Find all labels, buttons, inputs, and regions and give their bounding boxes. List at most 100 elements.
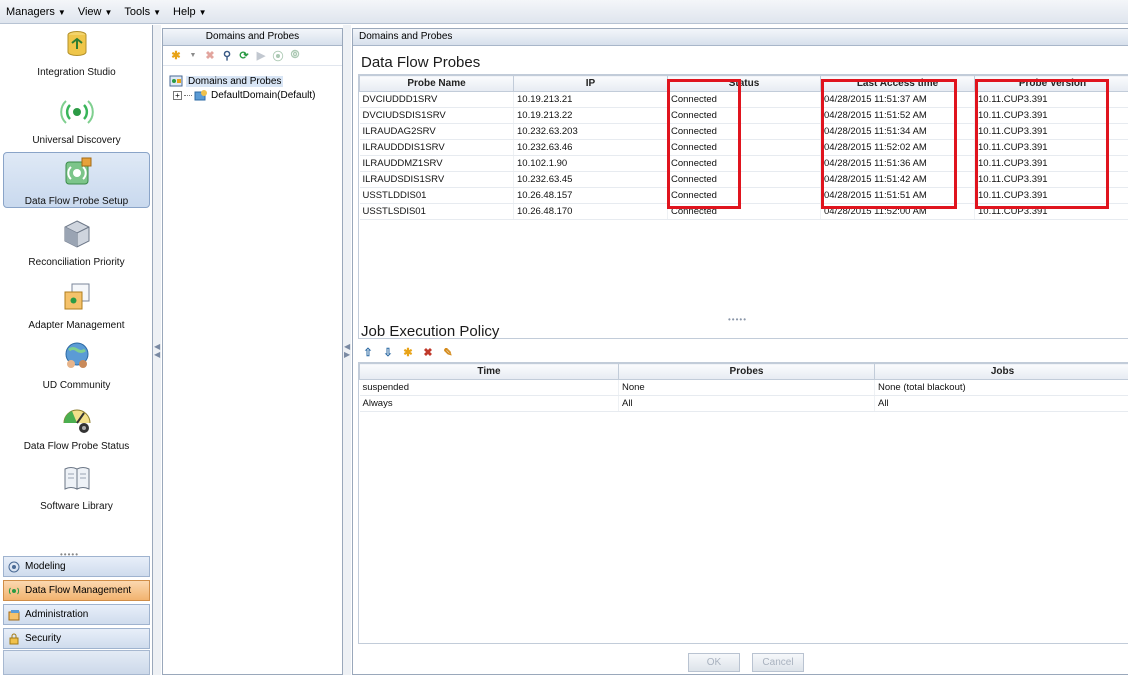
left-splitter[interactable]: ◀ ◀ bbox=[153, 25, 161, 675]
menu-tools[interactable]: Tools ▼ bbox=[124, 6, 161, 18]
column-header[interactable]: Jobs bbox=[874, 363, 1128, 380]
table-cell: 04/28/2015 11:52:02 AM bbox=[820, 139, 975, 156]
menu-help-label: Help bbox=[173, 5, 196, 18]
menu-managers[interactable]: Managers ▼ bbox=[6, 6, 66, 18]
nav-app-ud-community[interactable]: UD Community bbox=[0, 340, 153, 400]
probes-table-area: Probe Name IP Status Last Access time Probe … bbox=[358, 74, 1128, 339]
nav-app-data-flow-probe-status[interactable]: Data Flow Probe Status bbox=[0, 401, 153, 461]
gauge-icon bbox=[63, 409, 90, 433]
column-header[interactable]: Time bbox=[359, 363, 619, 380]
column-header[interactable]: Probe Name bbox=[359, 75, 514, 92]
search-icon[interactable]: ⚲ bbox=[220, 49, 234, 63]
admin-icon bbox=[8, 609, 20, 620]
nav-app-integration-studio[interactable]: Integration Studio bbox=[0, 27, 153, 87]
nav-app-label: Universal Discovery bbox=[32, 135, 121, 146]
table-row[interactable]: USSTLDDIS01 10.26.48.157 Connected 04/28/20… bbox=[359, 187, 1128, 204]
table-row[interactable]: ILRAUDDMZ1SRV 10.102.1.90 Connected 04/28/2… bbox=[359, 155, 1128, 172]
column-header[interactable]: Last Access time bbox=[820, 75, 975, 92]
resize-handle[interactable]: ••••• bbox=[728, 315, 747, 324]
tree-node-domains-and-probes[interactable]: Domains and Probes bbox=[169, 75, 284, 87]
probe-disconnect-icon[interactable]: ⦾ bbox=[288, 49, 302, 63]
community-icon bbox=[65, 342, 88, 368]
menu-view-label: View bbox=[77, 5, 102, 18]
ok-button[interactable]: OK bbox=[688, 653, 740, 672]
table-row[interactable]: DVCIUDSDIS1SRV 10.19.213.22 Connected 04/28… bbox=[359, 107, 1128, 124]
nav-module-label: Modeling bbox=[25, 561, 66, 572]
chevron-down-icon: ▼ bbox=[198, 7, 207, 17]
nav-app-universal-discovery[interactable]: Universal Discovery bbox=[0, 95, 153, 155]
table-cell: Connected bbox=[667, 123, 821, 140]
table-cell: 10.11.CUP3.391 bbox=[974, 187, 1128, 204]
table-cell: Connected bbox=[667, 171, 821, 188]
table-cell: ILRAUDAG2SRV bbox=[359, 123, 514, 140]
table-cell: 10.11.CUP3.391 bbox=[974, 123, 1128, 140]
table-row[interactable]: Always All All bbox=[359, 395, 1128, 412]
menu-help[interactable]: Help ▼ bbox=[173, 6, 207, 18]
table-cell: 10.11.CUP3.391 bbox=[974, 155, 1128, 172]
nav-app-label: Integration Studio bbox=[37, 67, 116, 78]
refresh-icon[interactable]: ⟳ bbox=[237, 49, 251, 63]
tree-toolbar: ✱ ▼ ✖ ⚲ ⟳ ▶ ⦿ ⦾ bbox=[163, 46, 342, 66]
table-cell: USSTLSDIS01 bbox=[359, 203, 514, 220]
nav-app-reconciliation-priority[interactable]: Reconciliation Priority bbox=[0, 217, 153, 277]
table-cell: ILRAUDSDIS1SRV bbox=[359, 171, 514, 188]
chevron-down-icon: ▼ bbox=[57, 7, 66, 17]
tree-node-default-domain[interactable]: + DefaultDomain(Default) bbox=[173, 89, 316, 101]
table-cell: 10.11.CUP3.391 bbox=[974, 139, 1128, 156]
play-icon[interactable]: ▶ bbox=[254, 49, 268, 63]
middle-splitter[interactable]: ◀ ▶ bbox=[343, 25, 351, 675]
move-down-icon[interactable]: ⇩ bbox=[381, 345, 395, 359]
nav-app-software-library[interactable]: Software Library bbox=[0, 461, 153, 521]
collapse-left-icon[interactable]: ◀ ◀ bbox=[154, 343, 160, 359]
nav-module-label: Administration bbox=[25, 609, 89, 620]
probe-connect-icon[interactable]: ⦿ bbox=[271, 49, 285, 63]
chevron-down-icon[interactable]: ▼ bbox=[186, 49, 200, 63]
nav-app-label: Software Library bbox=[40, 501, 113, 512]
table-row[interactable]: ILRAUDAG2SRV 10.232.63.203 Connected 04/28/… bbox=[359, 123, 1128, 140]
menu-managers-label: Managers bbox=[6, 5, 55, 18]
collapse-left-icon[interactable]: ◀ ▶ bbox=[344, 343, 350, 359]
nav-module-administration[interactable]: Administration bbox=[3, 604, 150, 625]
table-cell: suspended bbox=[359, 379, 619, 396]
table-cell: 04/28/2015 11:51:37 AM bbox=[820, 91, 975, 108]
column-header[interactable]: Probes bbox=[618, 363, 875, 380]
menu-view[interactable]: View ▼ bbox=[78, 6, 113, 18]
nav-module-modeling[interactable]: Modeling bbox=[3, 556, 150, 577]
cancel-button[interactable]: Cancel bbox=[752, 653, 804, 672]
column-header[interactable]: IP bbox=[513, 75, 668, 92]
table-cell: 04/28/2015 11:51:51 AM bbox=[820, 187, 975, 204]
table-row[interactable]: DVCIUDDD1SRV 10.19.213.21 Connected 04/28/2… bbox=[359, 91, 1128, 108]
new-icon[interactable]: ✱ bbox=[401, 345, 415, 359]
table-cell: 04/28/2015 11:51:42 AM bbox=[820, 171, 975, 188]
nav-app-label: Data Flow Probe Status bbox=[23, 441, 130, 452]
column-header[interactable]: Status bbox=[667, 75, 821, 92]
nav-app-data-flow-probe-setup[interactable]: Data Flow Probe Setup bbox=[3, 152, 150, 208]
jobs-header-row: Time Probes Jobs bbox=[359, 363, 1128, 380]
table-row[interactable]: ILRAUDSDIS1SRV 10.232.63.45 Connected 04/28… bbox=[359, 171, 1128, 188]
table-cell: ILRAUDDDIS1SRV bbox=[359, 139, 514, 156]
delete-icon[interactable]: ✖ bbox=[203, 49, 217, 63]
table-row[interactable]: suspended None None (total blackout) bbox=[359, 379, 1128, 396]
expand-icon[interactable]: + bbox=[173, 90, 182, 100]
table-cell: 10.11.CUP3.391 bbox=[974, 203, 1128, 220]
table-row[interactable]: USSTLSDIS01 10.26.48.170 Connected 04/28/20… bbox=[359, 203, 1128, 220]
table-cell: Connected bbox=[667, 187, 821, 204]
nav-footer bbox=[3, 650, 150, 675]
table-row[interactable]: ILRAUDDDIS1SRV 10.232.63.46 Connected 04/28… bbox=[359, 139, 1128, 156]
nav-module-data-flow-management[interactable]: Data Flow Management bbox=[3, 580, 150, 601]
chevron-down-icon: ▼ bbox=[153, 7, 162, 17]
jobs-table-area: Time Probes Jobs suspended None None (total … bbox=[358, 362, 1128, 644]
column-header[interactable]: Probe Version bbox=[974, 75, 1128, 92]
table-cell: USSTLDDIS01 bbox=[359, 187, 514, 204]
main-panel: Domains and Probes Data Flow Probes Prob… bbox=[352, 28, 1128, 675]
delete-icon[interactable]: ✖ bbox=[421, 345, 435, 359]
modeling-icon bbox=[8, 561, 20, 572]
new-icon[interactable]: ✱ bbox=[169, 49, 183, 63]
nav-module-security[interactable]: Security bbox=[3, 628, 150, 649]
edit-icon[interactable]: ✎ bbox=[441, 345, 455, 359]
table-cell: Connected bbox=[667, 203, 821, 220]
menu-tools-label: Tools bbox=[124, 5, 151, 18]
menubar: Managers ▼ View ▼ Tools ▼ Help ▼ bbox=[0, 0, 1128, 24]
move-up-icon[interactable]: ⇧ bbox=[361, 345, 375, 359]
nav-app-adapter-management[interactable]: Adapter Management bbox=[0, 280, 153, 340]
